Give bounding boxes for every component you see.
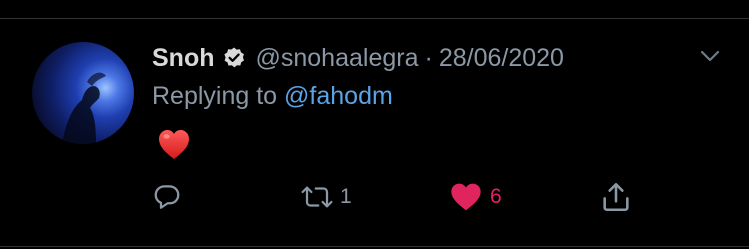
display-name[interactable]: Snoh [152, 44, 215, 73]
comment-icon [154, 185, 180, 209]
share-icon [603, 182, 629, 212]
reply-button[interactable] [152, 180, 186, 214]
like-count: 6 [490, 185, 502, 208]
chevron-down-icon[interactable] [698, 44, 722, 68]
heart-filled-icon [451, 183, 481, 211]
avatar-silhouette [62, 72, 106, 144]
verified-badge-icon [223, 47, 244, 68]
replying-to-link[interactable]: @fahodm [284, 82, 393, 110]
top-divider [0, 18, 749, 19]
retweet-icon [301, 186, 333, 208]
red-heart-emoji [159, 130, 189, 159]
tweet-header: Snoh @snohaalegra · 28/06/2020 [152, 40, 564, 76]
avatar[interactable] [32, 42, 134, 144]
like-button[interactable]: 6 [450, 180, 502, 214]
share-button[interactable] [598, 180, 634, 214]
separator-dot: · [424, 43, 433, 72]
retweet-count: 1 [340, 185, 352, 208]
bottom-divider [0, 246, 749, 247]
replying-to-line: Replying to @fahodm [152, 82, 393, 116]
retweet-button[interactable]: 1 [298, 180, 352, 214]
user-handle[interactable]: @snohaalegra [256, 44, 419, 73]
replying-to-prefix: Replying to [152, 82, 278, 110]
tweet-date[interactable]: 28/06/2020 [439, 44, 564, 73]
